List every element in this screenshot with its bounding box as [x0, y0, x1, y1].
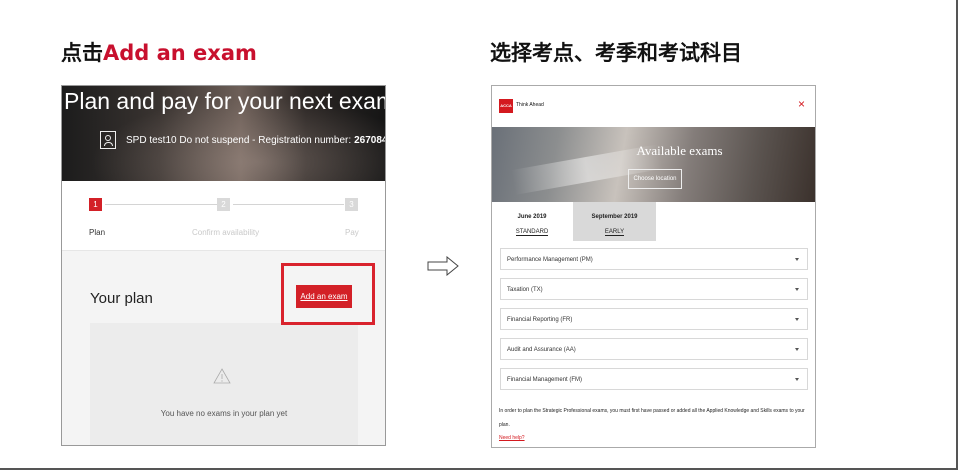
tab-title: September 2019 — [591, 214, 638, 220]
progress-steps: 1 2 3 — [89, 198, 359, 212]
exam-dropdown[interactable]: Performance Management (PM) — [500, 248, 808, 270]
acca-logo: ACCA — [499, 99, 513, 113]
exam-dropdown[interactable]: Financial Management (FM) — [500, 368, 808, 390]
exam-label: Performance Management (PM) — [507, 257, 593, 263]
brand-tagline: Think Ahead — [516, 102, 544, 108]
tab-title: June 2019 — [517, 214, 547, 220]
modal-header: ACCA Think Ahead × — [492, 86, 815, 126]
exam-dropdown[interactable]: Taxation (TX) — [500, 278, 808, 300]
step-connector — [233, 204, 344, 205]
strategic-professional-note: In order to plan the Strategic Professio… — [499, 408, 805, 428]
right-heading: 选择考点、考季和考试科目 — [490, 41, 742, 65]
empty-plan-area — [90, 323, 358, 445]
tab-september-2019[interactable]: September 2019 EARLY — [573, 202, 656, 241]
chevron-down-icon — [795, 318, 799, 321]
exam-label: Audit and Assurance (AA) — [507, 347, 576, 353]
your-plan-title: Your plan — [90, 290, 153, 307]
hero-banner: Available exams Choose location — [492, 127, 815, 202]
step-connector — [105, 204, 217, 205]
highlight-box — [281, 263, 375, 325]
left-heading-prefix: 点击 — [61, 41, 103, 65]
tab-june-2019[interactable]: June 2019 STANDARD — [492, 202, 572, 241]
exam-dropdown[interactable]: Audit and Assurance (AA) — [500, 338, 808, 360]
registration-info: SPD test10 Do not suspend - Registration… — [100, 131, 385, 149]
step-1-label: Plan — [89, 228, 106, 237]
step-3-label: Pay — [345, 228, 359, 237]
registration-name: SPD test10 Do not suspend - Registration… — [126, 134, 352, 146]
chevron-down-icon — [795, 348, 799, 351]
step-3-box[interactable]: 3 — [345, 198, 358, 211]
hero-title: Available exams — [636, 143, 723, 158]
tab-sub: EARLY — [604, 229, 625, 236]
empty-plan-message: You have no exams in your plan yet — [160, 409, 288, 418]
arrow-right-icon — [427, 256, 459, 276]
step-2-label: Confirm availability — [192, 228, 260, 237]
step-1-box[interactable]: 1 — [89, 198, 102, 211]
chevron-down-icon — [795, 258, 799, 261]
left-heading: 点击Add an exam — [61, 37, 257, 67]
tab-sub: STANDARD — [515, 229, 549, 236]
page-title: Plan and pay for your next exams — [64, 88, 386, 114]
exam-dropdown[interactable]: Financial Reporting (FR) — [500, 308, 808, 330]
close-icon[interactable]: × — [798, 97, 805, 111]
step-2-box[interactable]: 2 — [217, 198, 230, 211]
need-help-link[interactable]: Need help? — [499, 435, 525, 441]
chevron-down-icon — [795, 288, 799, 291]
exam-label: Financial Reporting (FR) — [507, 317, 573, 323]
warning-icon — [213, 368, 231, 384]
choose-location-button[interactable]: Choose location — [628, 169, 682, 189]
registration-number: 2670846 — [354, 134, 385, 146]
chevron-down-icon — [795, 378, 799, 381]
exam-label: Taxation (TX) — [507, 287, 543, 293]
left-heading-accent: Add an exam — [103, 41, 257, 65]
available-exams-screenshot: ACCA Think Ahead × Available exams Choos… — [491, 85, 816, 448]
exam-label: Financial Management (FM) — [507, 377, 583, 383]
user-icon — [100, 131, 116, 149]
